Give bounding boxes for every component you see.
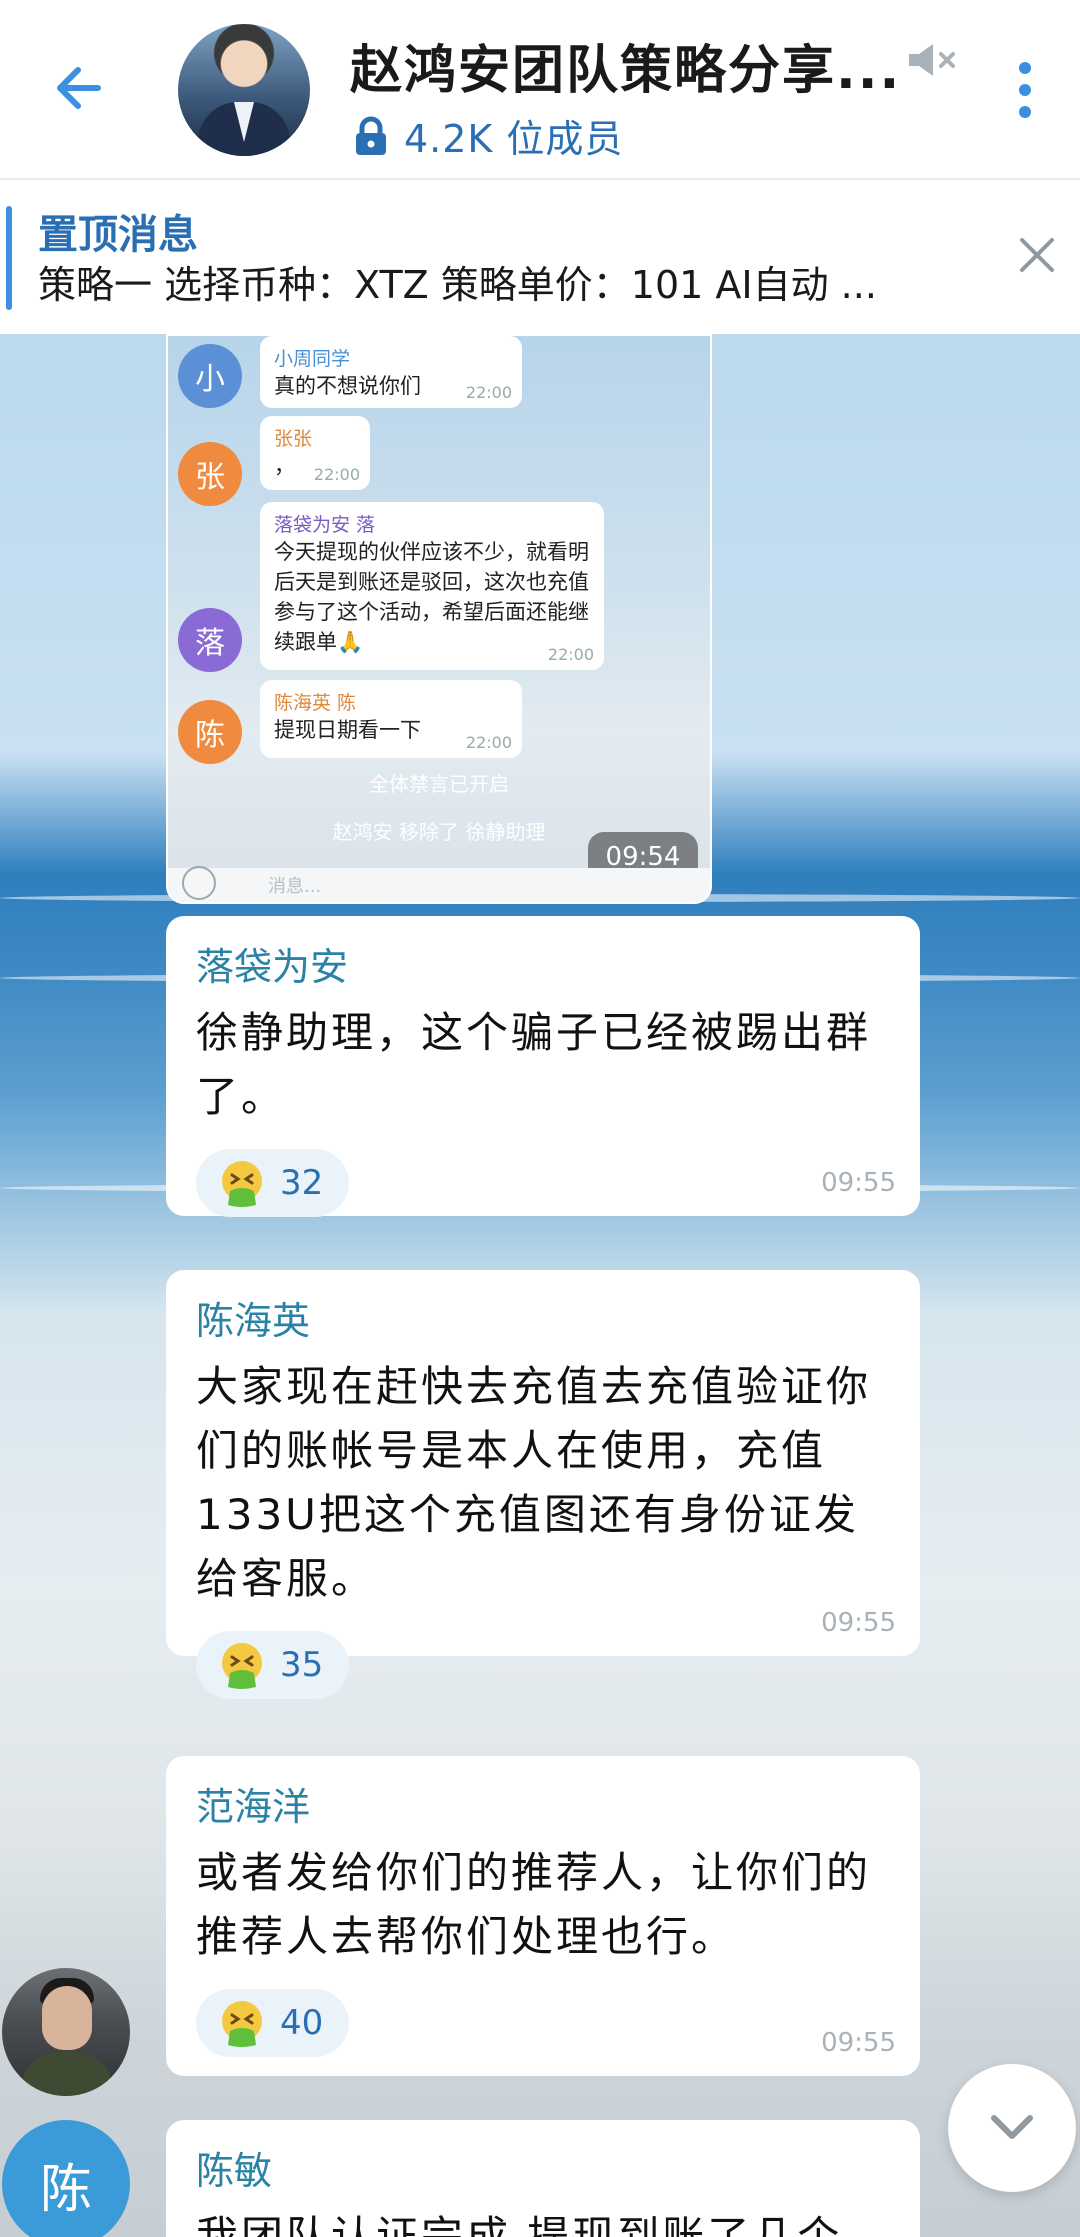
message-time: 09:55	[821, 1168, 896, 1198]
reaction-count: 35	[280, 1645, 324, 1685]
more-options-icon[interactable]	[1005, 58, 1045, 122]
message-text: 徐静助理，这个骗子已经被踢出群了。	[196, 1008, 872, 1121]
screenshot-sender: 小周同学	[274, 348, 351, 370]
pinned-accent-bar	[6, 206, 12, 310]
screenshot-time: 22:00	[313, 465, 360, 484]
message-text: 大家现在赶快去充值去充值验证你们的账帐号是本人在使用，充值133U把这个充值图还…	[196, 1362, 872, 1603]
message-text: 我团队认证完成 提现到账了几个	[196, 2212, 843, 2237]
nauseated-face-icon	[222, 1161, 262, 1207]
screenshot-avatar: 小	[178, 344, 242, 408]
message-bubble[interactable]: 陈海英 大家现在赶快去充值去充值验证你们的账帐号是本人在使用，充值133U把这个…	[166, 1270, 920, 1699]
close-icon[interactable]	[1018, 236, 1056, 274]
screenshot-bubble: 落袋为安 落 今天提现的伙伴应该不少，就看明后天是到账还是驳回，这次也充值参与了…	[260, 502, 604, 670]
sender-name[interactable]: 落袋为安	[196, 936, 890, 991]
reaction-count: 32	[280, 1163, 324, 1203]
nauseated-face-icon	[222, 2001, 262, 2047]
reaction-chip[interactable]: 40	[196, 1989, 350, 2057]
screenshot-time: 22:00	[465, 383, 512, 402]
screenshot-sender: 落袋为安 落	[274, 514, 376, 536]
lock-icon	[356, 116, 386, 155]
screenshot-avatar: 陈	[178, 700, 242, 764]
screenshot-bubble: 张张 ， 22:00	[260, 416, 370, 490]
screenshot-image[interactable]: 小 小周同学 真的不想说你们 22:00 张 张张 ， 22:00 落 落袋为安…	[166, 334, 712, 904]
screenshot-time: 22:00	[547, 645, 594, 664]
sender-name[interactable]: 陈海英	[196, 1290, 890, 1345]
sender-avatar[interactable]	[2, 1968, 130, 2096]
member-count: 4.2K 位成员	[352, 108, 623, 163]
screenshot-sender: 张张	[274, 428, 313, 450]
message-time: 09:55	[821, 2028, 896, 2058]
sender-name[interactable]: 范海洋	[196, 1776, 890, 1831]
screenshot-time: 22:00	[465, 733, 512, 752]
screenshot-input-bar: 消息...	[168, 866, 710, 902]
screenshot-bubble: 陈海英 陈 提现日期看一下 22:00	[260, 680, 522, 758]
screenshot-text: 今天提现的伙伴应该不少，就看明后天是到账还是驳回，这次也充值参与了这个活动，希望…	[274, 540, 589, 654]
message-text: 或者发给你们的推荐人，让你们的推荐人去帮你们处理也行。	[196, 1848, 872, 1961]
screenshot-avatar: 张	[178, 442, 242, 506]
message-bubble[interactable]: 落袋为安 徐静助理，这个骗子已经被踢出群了。 32 09:55	[166, 916, 920, 1217]
screenshot-input-placeholder: 消息...	[268, 876, 322, 897]
message-time: 09:55	[821, 1608, 896, 1638]
pinned-label: 置顶消息	[38, 212, 198, 258]
chat-header: 赵鸿安团队策略分享... 4.2K 位成员	[0, 0, 1080, 180]
message-bubble[interactable]: 陈敏 我团队认证完成 提现到账了几个	[166, 2120, 920, 2237]
screenshot-avatar: 落	[178, 608, 242, 672]
group-title[interactable]: 赵鸿安团队策略分享...	[350, 28, 901, 103]
reaction-chip[interactable]: 35	[196, 1631, 350, 1699]
nauseated-face-icon	[222, 1643, 262, 1689]
sender-avatar[interactable]: 陈	[2, 2120, 130, 2237]
plus-icon	[182, 866, 216, 900]
muted-speaker-icon	[909, 44, 955, 76]
back-arrow-icon[interactable]	[50, 58, 110, 118]
reaction-count: 40	[280, 2003, 324, 2043]
sender-name[interactable]: 陈敏	[196, 2140, 890, 2195]
pinned-text: 策略一 选择币种：XTZ 策略单价：101 AI自动 ...	[38, 263, 877, 307]
pinned-message[interactable]: 置顶消息 策略一 选择币种：XTZ 策略单价：101 AI自动 ...	[0, 180, 1080, 332]
screenshot-system-message: 全体禁言已开启	[369, 772, 509, 796]
reaction-chip[interactable]: 32	[196, 1149, 350, 1217]
message-bubble[interactable]: 范海洋 或者发给你们的推荐人，让你们的推荐人去帮你们处理也行。 40 09:55	[166, 1756, 920, 2076]
group-avatar[interactable]	[178, 24, 310, 156]
chevron-down-icon	[991, 2115, 1033, 2139]
scroll-to-bottom-button[interactable]	[948, 2064, 1076, 2192]
member-count-text: 4.2K 位成员	[404, 117, 624, 161]
screenshot-sender: 陈海英 陈	[274, 692, 357, 714]
screenshot-bubble: 小周同学 真的不想说你们 22:00	[260, 336, 522, 408]
chat-area[interactable]: 小 小周同学 真的不想说你们 22:00 张 张张 ， 22:00 落 落袋为安…	[0, 334, 1080, 2237]
